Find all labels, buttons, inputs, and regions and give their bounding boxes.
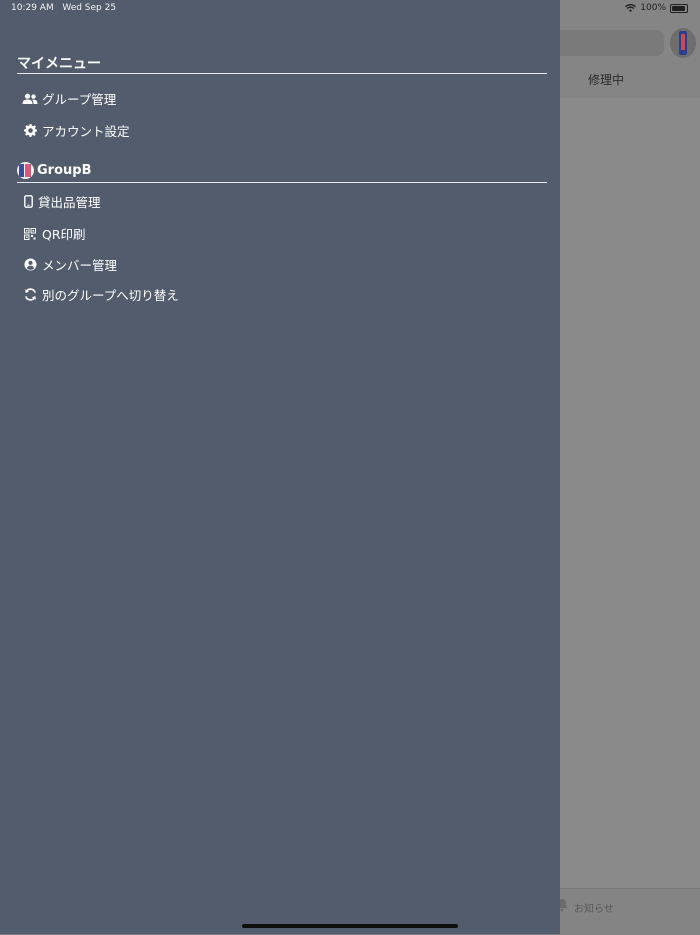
group-avatar bbox=[17, 162, 34, 179]
menu-item-label: 貸出品管理 bbox=[38, 195, 101, 210]
menu-item-label: グループ管理 bbox=[42, 92, 117, 107]
status-time: 10:29 AM Wed Sep 25 bbox=[11, 3, 117, 13]
group-divider bbox=[17, 182, 547, 183]
user-circle-icon bbox=[22, 258, 38, 272]
group-header: GroupB bbox=[17, 162, 91, 179]
menu-item-label: QR印刷 bbox=[42, 227, 86, 242]
menu-item-label: 別のグループへ切り替え bbox=[42, 288, 179, 303]
menu-item-label: メンバー管理 bbox=[42, 258, 118, 273]
my-menu-divider bbox=[17, 73, 547, 74]
menu-item-switch-group[interactable]: 別のグループへ切り替え bbox=[22, 285, 179, 304]
refresh-icon bbox=[22, 288, 38, 302]
background-notice-label: お知らせ bbox=[574, 904, 614, 915]
group-name: GroupB bbox=[37, 163, 92, 178]
side-drawer: マイメニュー グループ管理 アカウント設定 GroupB 貸出品管理 QR印刷 … bbox=[0, 0, 560, 934]
background-tab-label: 修理中 bbox=[588, 73, 625, 87]
menu-item-label: アカウント設定 bbox=[42, 124, 130, 139]
qr-icon bbox=[22, 227, 38, 241]
menu-item-lending-items[interactable]: 貸出品管理 bbox=[22, 192, 101, 211]
menu-item-member-management[interactable]: メンバー管理 bbox=[22, 255, 117, 274]
users-icon bbox=[22, 92, 38, 106]
gear-icon bbox=[22, 124, 38, 138]
menu-item-qr-print[interactable]: QR印刷 bbox=[22, 224, 86, 243]
battery-icon bbox=[670, 3, 688, 13]
home-indicator[interactable] bbox=[242, 924, 458, 928]
wifi-icon bbox=[625, 4, 637, 12]
status-right: 100% bbox=[625, 3, 688, 13]
phone-icon bbox=[22, 195, 34, 209]
battery-percent: 100% bbox=[640, 3, 666, 13]
background-avatar bbox=[670, 28, 696, 58]
menu-item-group-management[interactable]: グループ管理 bbox=[22, 89, 116, 108]
menu-item-account-settings[interactable]: アカウント設定 bbox=[22, 121, 130, 140]
my-menu-title: マイメニュー bbox=[17, 56, 101, 72]
